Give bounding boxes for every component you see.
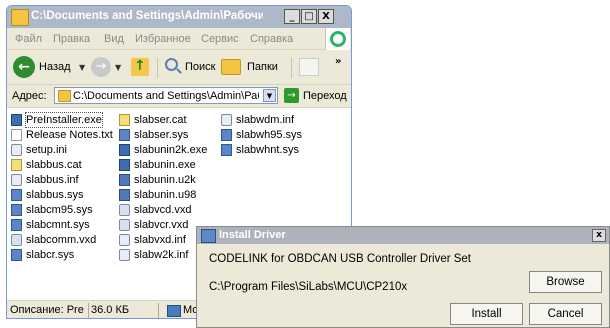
sys-file-icon <box>11 219 22 231</box>
sys-file-icon <box>221 144 232 156</box>
search-button[interactable]: Поиск <box>185 61 215 73</box>
sys-file-icon <box>221 129 232 141</box>
address-bar: Адрес: C:\Documents and Settings\Admin\Р… <box>7 85 351 108</box>
toolbar: ← Назад ▼ → ▼ ↑ Поиск Папки » <box>7 50 351 85</box>
go-arrow-icon[interactable]: → <box>284 88 299 103</box>
close-button[interactable]: X <box>318 9 334 24</box>
menu-view[interactable]: Вид <box>104 33 124 45</box>
toolbar-separator <box>157 58 158 78</box>
forward-dropdown-icon[interactable]: ▼ <box>115 63 121 72</box>
catalog-file-icon <box>119 114 130 126</box>
sys-file-icon <box>119 129 130 141</box>
vxd-file-icon <box>119 204 130 216</box>
folders-button[interactable]: Папки <box>247 61 278 73</box>
install-driver-dialog: Install Driver x CODELINK for OBDCAN USB… <box>196 226 610 328</box>
menu-help[interactable]: Справка <box>250 33 293 45</box>
u2k-file-icon <box>119 189 130 201</box>
address-dropdown-icon[interactable]: ▼ <box>263 89 276 102</box>
sys-file-icon <box>11 204 22 216</box>
address-input[interactable]: C:\Documents and Settings\Admin\Рабочий … <box>54 87 278 104</box>
forward-arrow-icon[interactable]: → <box>91 57 111 77</box>
toolbar-overflow-chevron[interactable]: » <box>335 56 341 67</box>
dialog-close-button[interactable]: x <box>592 229 606 242</box>
maximize-button[interactable]: □ <box>301 9 317 24</box>
menu-edit[interactable]: Правка <box>53 33 90 45</box>
folder-up-icon[interactable]: ↑ <box>131 58 149 76</box>
install-path: C:\Program Files\SiLabs\MCU\CP210x <box>209 281 408 293</box>
menu-tools[interactable]: Сервис <box>201 33 239 45</box>
install-button[interactable]: Install <box>450 303 523 325</box>
dialog-titlebar[interactable]: Install Driver x <box>197 227 609 244</box>
inf-file-icon <box>119 249 130 261</box>
browse-button[interactable]: Browse <box>529 271 602 293</box>
menu-favorites[interactable]: Избранное <box>135 33 191 45</box>
catalog-file-icon <box>11 159 22 171</box>
status-size: 36.0 КБ <box>91 304 130 316</box>
text-file-icon <box>11 129 22 141</box>
sys-file-icon <box>11 249 22 261</box>
inf-file-icon <box>221 114 232 126</box>
exe-icon <box>11 114 22 126</box>
minimize-button[interactable]: _ <box>284 9 300 24</box>
status-description: Описание: PreIns <box>10 304 84 316</box>
menu-bar: Файл Правка Вид Избранное Сервис Справка <box>7 29 351 50</box>
exe-icon <box>119 144 130 156</box>
menu-file[interactable]: Файл <box>15 33 42 45</box>
windows-logo-icon <box>325 28 350 50</box>
back-arrow-icon[interactable]: ← <box>13 56 35 78</box>
back-dropdown-icon[interactable]: ▼ <box>79 63 85 72</box>
u2k-file-icon <box>119 174 130 186</box>
status-divider-2 <box>158 303 159 318</box>
inf-file-icon <box>11 174 22 186</box>
vxd-file-icon <box>11 234 22 246</box>
inf-file-icon <box>119 234 130 246</box>
toolbar-separator-2 <box>291 58 292 78</box>
view-icon[interactable] <box>299 58 319 76</box>
installer-icon <box>201 229 216 243</box>
explorer-titlebar[interactable]: C:\Documents and Settings\Admin\Рабочий … <box>7 6 351 28</box>
exe-icon <box>119 159 130 171</box>
sys-file-icon <box>11 189 22 201</box>
address-label: Адрес: <box>12 90 47 102</box>
dialog-title: Install Driver <box>219 229 286 241</box>
cancel-button[interactable]: Cancel <box>529 303 602 325</box>
status-divider <box>88 303 89 318</box>
search-icon[interactable] <box>165 58 178 71</box>
vxd-file-icon <box>119 219 130 231</box>
window-title: C:\Documents and Settings\Admin\Рабочий … <box>31 10 263 22</box>
folders-icon[interactable] <box>221 59 241 75</box>
my-computer-icon <box>167 305 181 317</box>
back-button[interactable]: Назад <box>39 61 71 73</box>
address-folder-icon <box>58 90 71 102</box>
address-value[interactable]: C:\Documents and Settings\Admin\Рабочий <box>73 90 259 102</box>
folder-icon <box>11 9 29 26</box>
go-button[interactable]: Переход <box>303 90 347 102</box>
dialog-heading: CODELINK for OBDCAN USB Controller Drive… <box>209 253 472 265</box>
ini-file-icon <box>11 144 22 156</box>
